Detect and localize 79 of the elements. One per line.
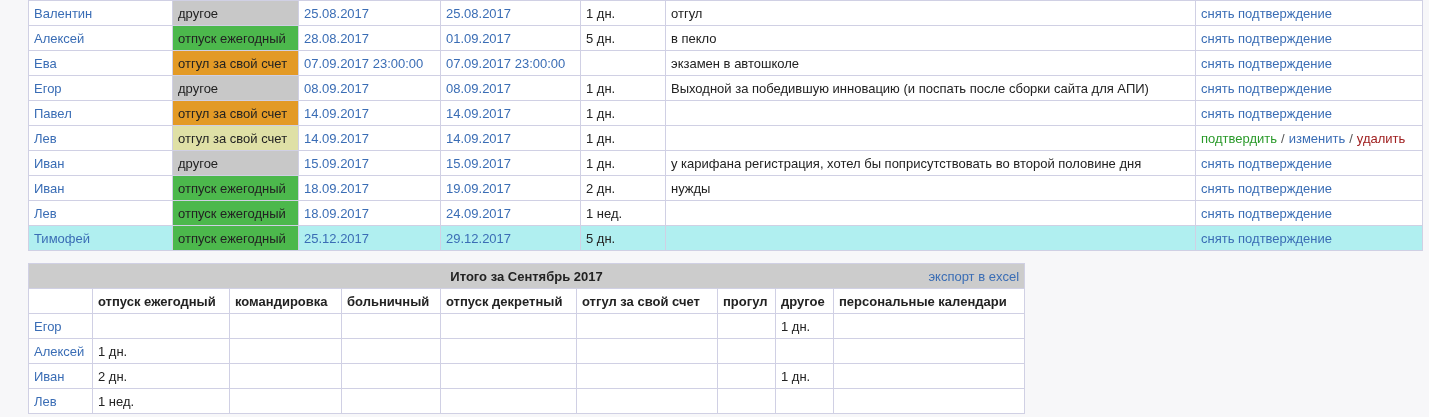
absence-type: отгул за свой счет — [172, 50, 299, 76]
duration-cell: 1 дн. — [580, 125, 666, 151]
end-date: 29.12.2017 — [440, 225, 581, 251]
start-date: 18.09.2017 — [298, 175, 441, 201]
column-header: отпуск ежегодный — [92, 288, 230, 314]
column-header: другое — [775, 288, 834, 314]
comment-cell: Выходной за победившую инновацию (и поспать после сборки сайта для АПИ) — [665, 75, 1196, 101]
employee-name: Ева — [28, 50, 173, 76]
export-link[interactable]: экспорт в excel — [928, 268, 1020, 284]
absence-type: отпуск ежегодный — [172, 200, 299, 226]
comment-cell: у карифана регистрация, хотел бы поприсутствовать во второй половине дня — [665, 150, 1196, 176]
edit-link[interactable]: изменить — [1288, 130, 1346, 146]
summary-cell: 1 дн. — [92, 338, 230, 364]
absence-type: другое — [172, 75, 299, 101]
duration-cell: 1 дн. — [580, 100, 666, 126]
employee-name: Егор — [28, 313, 93, 339]
duration-cell: 1 дн. — [580, 150, 666, 176]
absence-type: отпуск ежегодный — [172, 25, 299, 51]
employee-name: Егор — [28, 75, 173, 101]
column-header: прогул — [717, 288, 776, 314]
absence-type: отпуск ежегодный — [172, 225, 299, 251]
start-date: 28.08.2017 — [298, 25, 441, 51]
column-header: больничный — [341, 288, 441, 314]
employee-name: Тимофей — [28, 225, 173, 251]
employee-name: Лев — [28, 125, 173, 151]
end-date: 25.08.2017 — [440, 0, 581, 26]
end-date: 08.09.2017 — [440, 75, 581, 101]
duration-cell: 1 нед. — [580, 200, 666, 226]
column-header: персональные календари — [833, 288, 1025, 314]
end-date: 14.09.2017 — [440, 125, 581, 151]
employee-name: Павел — [28, 100, 173, 126]
confirm-link[interactable]: подтвердить — [1201, 130, 1278, 146]
duration-cell: 5 дн. — [580, 225, 666, 251]
end-date: 01.09.2017 — [440, 25, 581, 51]
employee-name: Иван — [28, 175, 173, 201]
column-header: отгул за свой счет — [576, 288, 718, 314]
comment-cell: экзамен в автошколе — [665, 50, 1196, 76]
comment-cell: нужды — [665, 175, 1196, 201]
employee-name: Иван — [28, 363, 93, 389]
start-date: 14.09.2017 — [298, 125, 441, 151]
comment-cell: отгул — [665, 0, 1196, 26]
end-date: 14.09.2017 — [440, 100, 581, 126]
absence-type: другое — [172, 150, 299, 176]
start-date: 25.08.2017 — [298, 0, 441, 26]
employee-name: Иван — [28, 150, 173, 176]
start-date: 14.09.2017 — [298, 100, 441, 126]
duration-cell: 1 дн. — [580, 75, 666, 101]
employee-name: Лев — [28, 388, 93, 414]
employee-name: Лев — [28, 200, 173, 226]
column-header: отпуск декретный — [440, 288, 577, 314]
separator: / — [1349, 130, 1353, 146]
end-date: 15.09.2017 — [440, 150, 581, 176]
absence-type: отпуск ежегодный — [172, 175, 299, 201]
absence-type: другое — [172, 0, 299, 26]
start-date: 25.12.2017 — [298, 225, 441, 251]
summary-cell: 1 нед. — [92, 388, 230, 414]
absence-type: отгул за свой счет — [172, 125, 299, 151]
start-date: 15.09.2017 — [298, 150, 441, 176]
end-date: 07.09.2017 23:00:00 — [440, 50, 581, 76]
summary-cell: 1 дн. — [775, 363, 834, 389]
summary-cell: 1 дн. — [775, 313, 834, 339]
start-date: 07.09.2017 23:00:00 — [298, 50, 441, 76]
employee-name: Валентин — [28, 0, 173, 26]
absence-type: отгул за свой счет — [172, 100, 299, 126]
end-date: 24.09.2017 — [440, 200, 581, 226]
separator: / — [1281, 130, 1285, 146]
employee-name: Алексей — [28, 25, 173, 51]
end-date: 19.09.2017 — [440, 175, 581, 201]
duration-cell: 2 дн. — [580, 175, 666, 201]
comment-cell: в пекло — [665, 25, 1196, 51]
duration-cell: 5 дн. — [580, 25, 666, 51]
column-header: командировка — [229, 288, 342, 314]
employee-name: Алексей — [28, 338, 93, 364]
summary-title: Итого за Сентябрь 2017 — [450, 268, 603, 284]
delete-link[interactable]: удалить — [1356, 130, 1406, 146]
start-date: 08.09.2017 — [298, 75, 441, 101]
summary-cell: 2 дн. — [92, 363, 230, 389]
duration-cell: 1 дн. — [580, 0, 666, 26]
start-date: 18.09.2017 — [298, 200, 441, 226]
